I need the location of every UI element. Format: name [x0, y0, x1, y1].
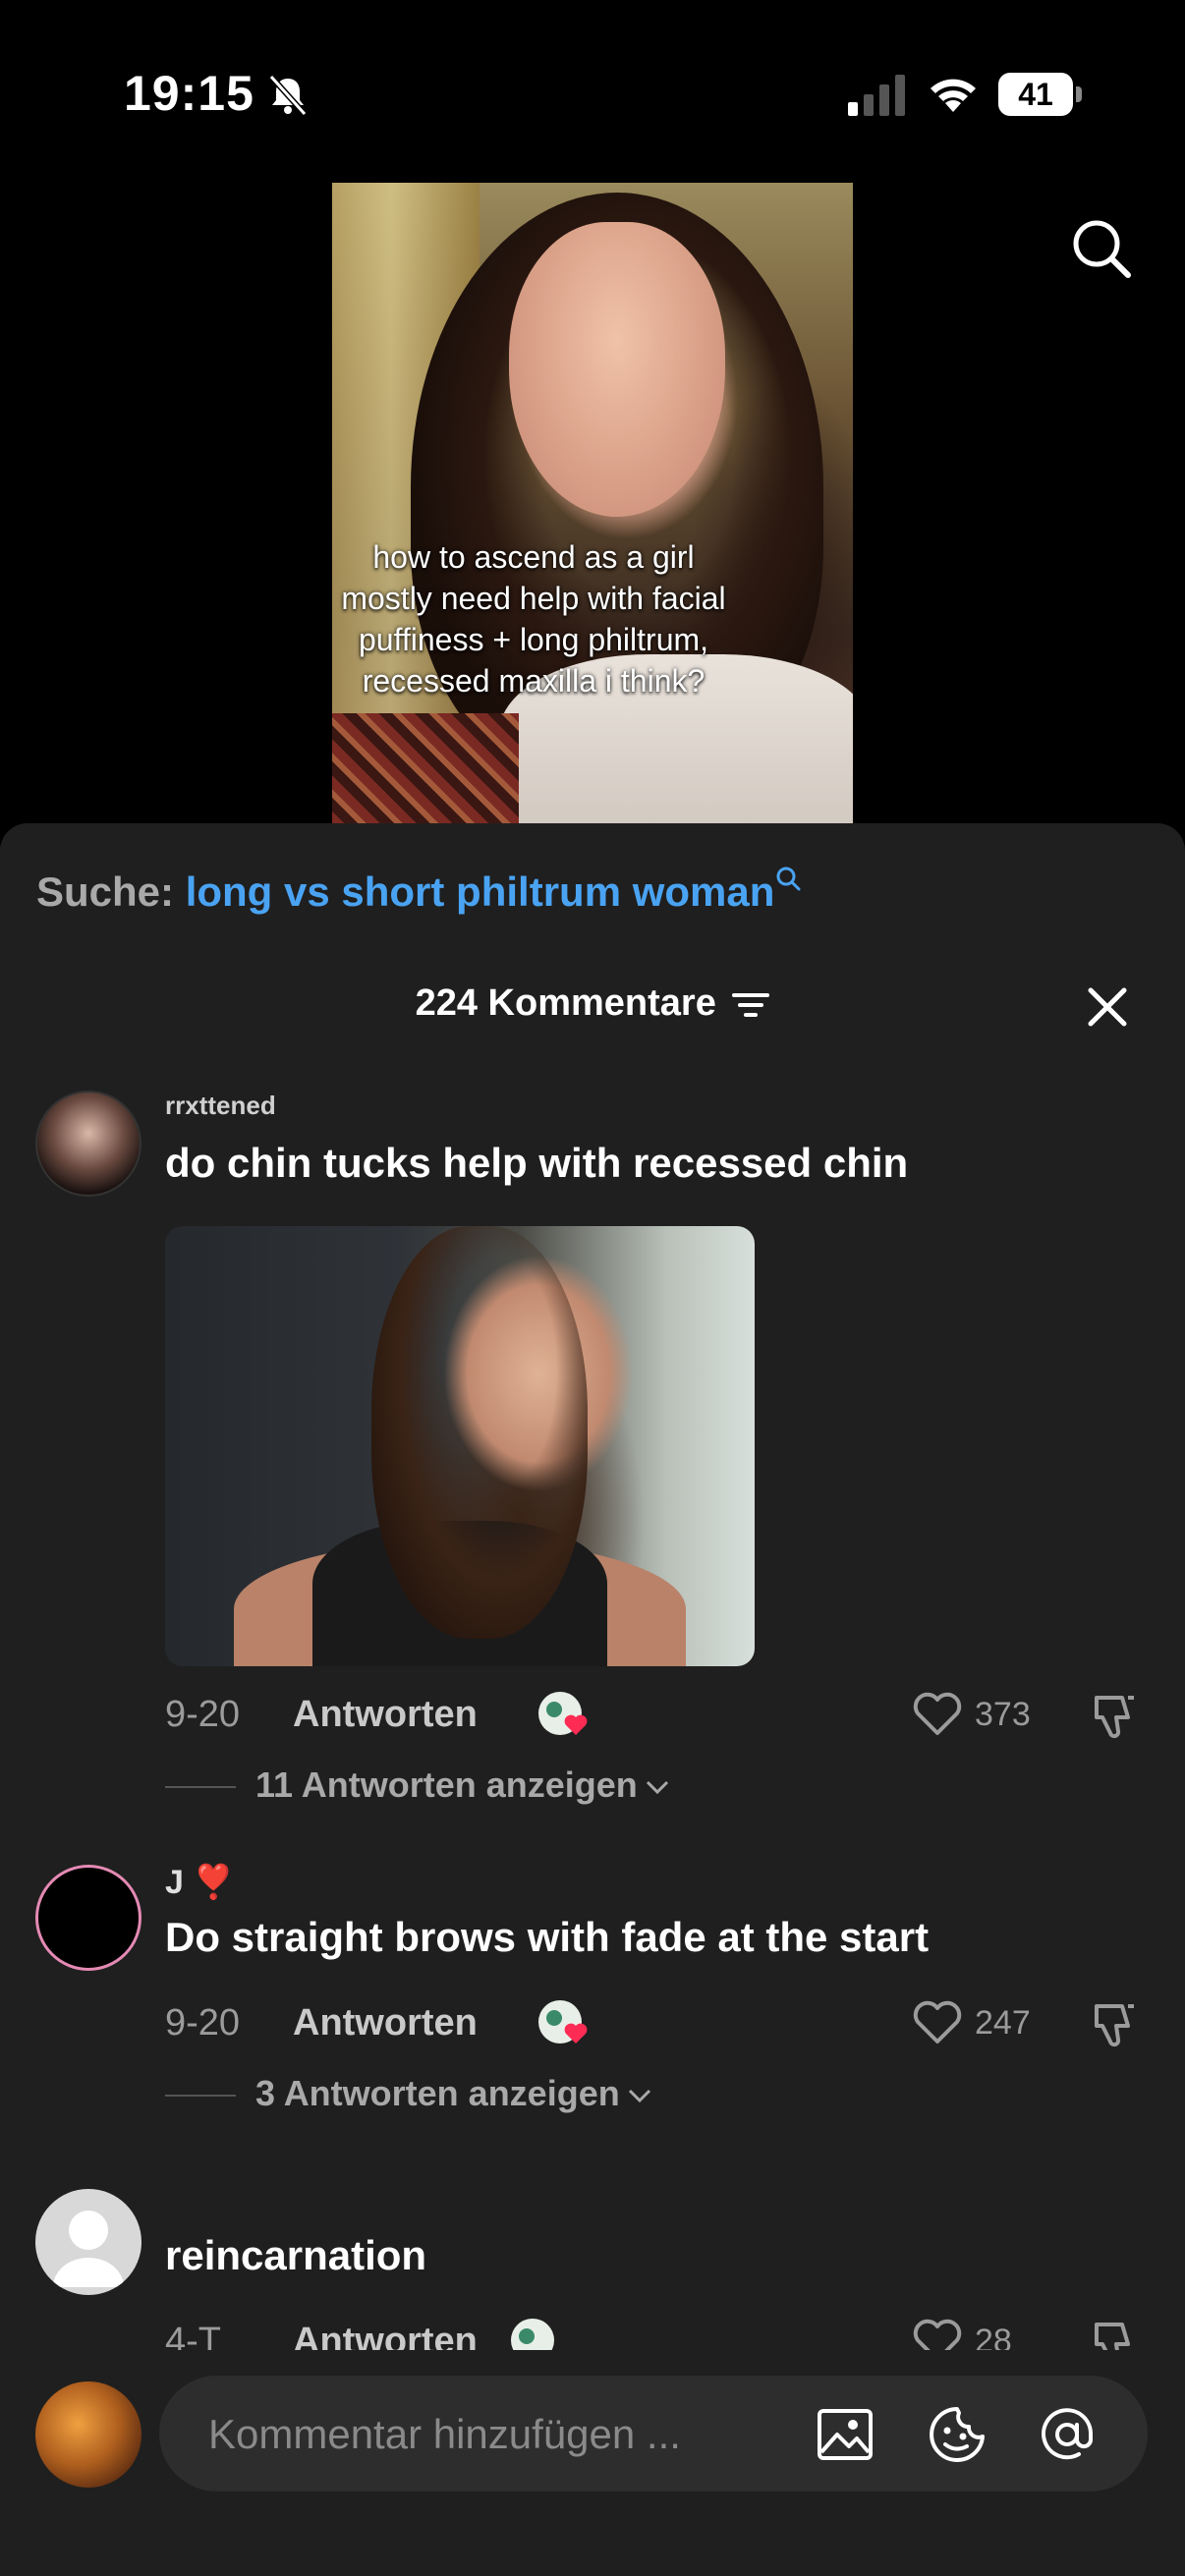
emoji-icon[interactable] — [926, 2403, 988, 2466]
avatar[interactable] — [35, 1865, 141, 1971]
battery-level: 41 — [998, 73, 1073, 116]
replies-divider — [165, 2095, 236, 2098]
search-small-icon — [776, 867, 801, 891]
battery-indicator: 41 — [998, 73, 1083, 116]
heart-icon[interactable] — [912, 2317, 963, 2350]
like-count: 28 — [975, 2323, 1012, 2350]
comment-username[interactable]: rrxttened — [165, 1091, 276, 1121]
comment-input-placeholder: Kommentar hinzufügen ... — [208, 2411, 681, 2457]
comments-count: 224 Kommentare — [415, 982, 716, 1024]
search-prefix: Suche: — [36, 868, 175, 915]
comment-date: 4-T — [165, 2321, 221, 2350]
creator-reaction-icon — [538, 2000, 588, 2044]
signal-icon — [848, 75, 905, 116]
search-suggestion[interactable]: Suche: long vs short philtrum woman — [36, 867, 802, 916]
view-replies-button[interactable]: 3 Antworten anzeigen — [165, 2073, 653, 2120]
comment-text: do chin tucks help with recessed chin — [165, 1140, 909, 1186]
comment-date: 9-20 — [165, 2002, 241, 2044]
comment-item: reincarnation 4-T Antworten 28 — [0, 2183, 1185, 2350]
creator-reaction-icon — [538, 1692, 588, 1735]
comment-input[interactable]: Kommentar hinzufügen ... — [159, 2376, 1148, 2492]
heart-icon[interactable] — [912, 1690, 963, 1737]
reply-button[interactable]: Antworten — [293, 2321, 478, 2350]
comment-username[interactable]: J ❣️ — [165, 1863, 235, 1902]
like-count: 373 — [975, 1696, 1031, 1733]
chevron-down-icon — [628, 2090, 650, 2103]
comment-text: reincarnation — [165, 2232, 427, 2278]
default-avatar-icon — [53, 2211, 124, 2287]
image-icon[interactable] — [814, 2403, 876, 2466]
status-bar: 19:15 41 — [0, 0, 1185, 187]
comment-date: 9-20 — [165, 1694, 241, 1735]
status-time: 19:15 — [124, 66, 254, 121]
close-icon[interactable] — [1085, 984, 1130, 1030]
replies-label: 11 Antworten anzeigen — [255, 1764, 638, 1805]
view-replies-button[interactable]: 11 Antworten anzeigen — [165, 1764, 671, 1812]
bell-slash-icon — [268, 74, 308, 117]
image-hair — [371, 1226, 588, 1639]
video-rug — [332, 713, 519, 825]
comment-meta: 9-20 Antworten 373 — [165, 1686, 1148, 1741]
dislike-icon[interactable] — [1089, 2317, 1140, 2350]
avatar[interactable] — [35, 1091, 141, 1197]
comment-meta: 9-20 Antworten 247 — [165, 1994, 1148, 2049]
my-avatar[interactable] — [35, 2381, 141, 2488]
chevron-down-icon — [646, 1781, 668, 1795]
reply-button[interactable]: Antworten — [293, 2002, 478, 2044]
reply-button[interactable]: Antworten — [293, 1694, 478, 1736]
filter-icon[interactable] — [732, 990, 770, 1020]
video-overlay-text: how to ascend as a girl mostly need help… — [341, 539, 726, 699]
comment-text: Do straight brows with fade at the start — [165, 1914, 930, 1960]
comment-input-bar: Kommentar hinzufügen ... — [0, 2350, 1185, 2576]
video-face — [509, 222, 725, 517]
creator-reaction-icon — [511, 2319, 554, 2350]
heart-icon[interactable] — [912, 1998, 963, 2045]
search-icon[interactable] — [1069, 216, 1134, 281]
at-icon[interactable] — [1036, 2403, 1099, 2466]
like-count: 247 — [975, 2004, 1031, 2042]
search-query-link[interactable]: long vs short philtrum woman — [186, 868, 775, 915]
comment-image[interactable] — [165, 1226, 755, 1666]
wifi-icon — [931, 79, 976, 112]
comment-meta: 4-T Antworten 28 — [165, 2313, 1148, 2350]
replies-divider — [165, 1786, 236, 1789]
dislike-icon[interactable] — [1089, 1998, 1140, 2049]
avatar[interactable] — [35, 2189, 141, 2295]
battery-tip — [1076, 86, 1082, 102]
video-thumbnail[interactable] — [332, 183, 853, 825]
comments-sheet: Suche: long vs short philtrum woman 224 … — [0, 823, 1185, 2576]
comments-title[interactable]: 224 Kommentare — [0, 982, 1185, 1025]
replies-label: 3 Antworten anzeigen — [255, 2073, 620, 2113]
dislike-icon[interactable] — [1089, 1690, 1140, 1741]
